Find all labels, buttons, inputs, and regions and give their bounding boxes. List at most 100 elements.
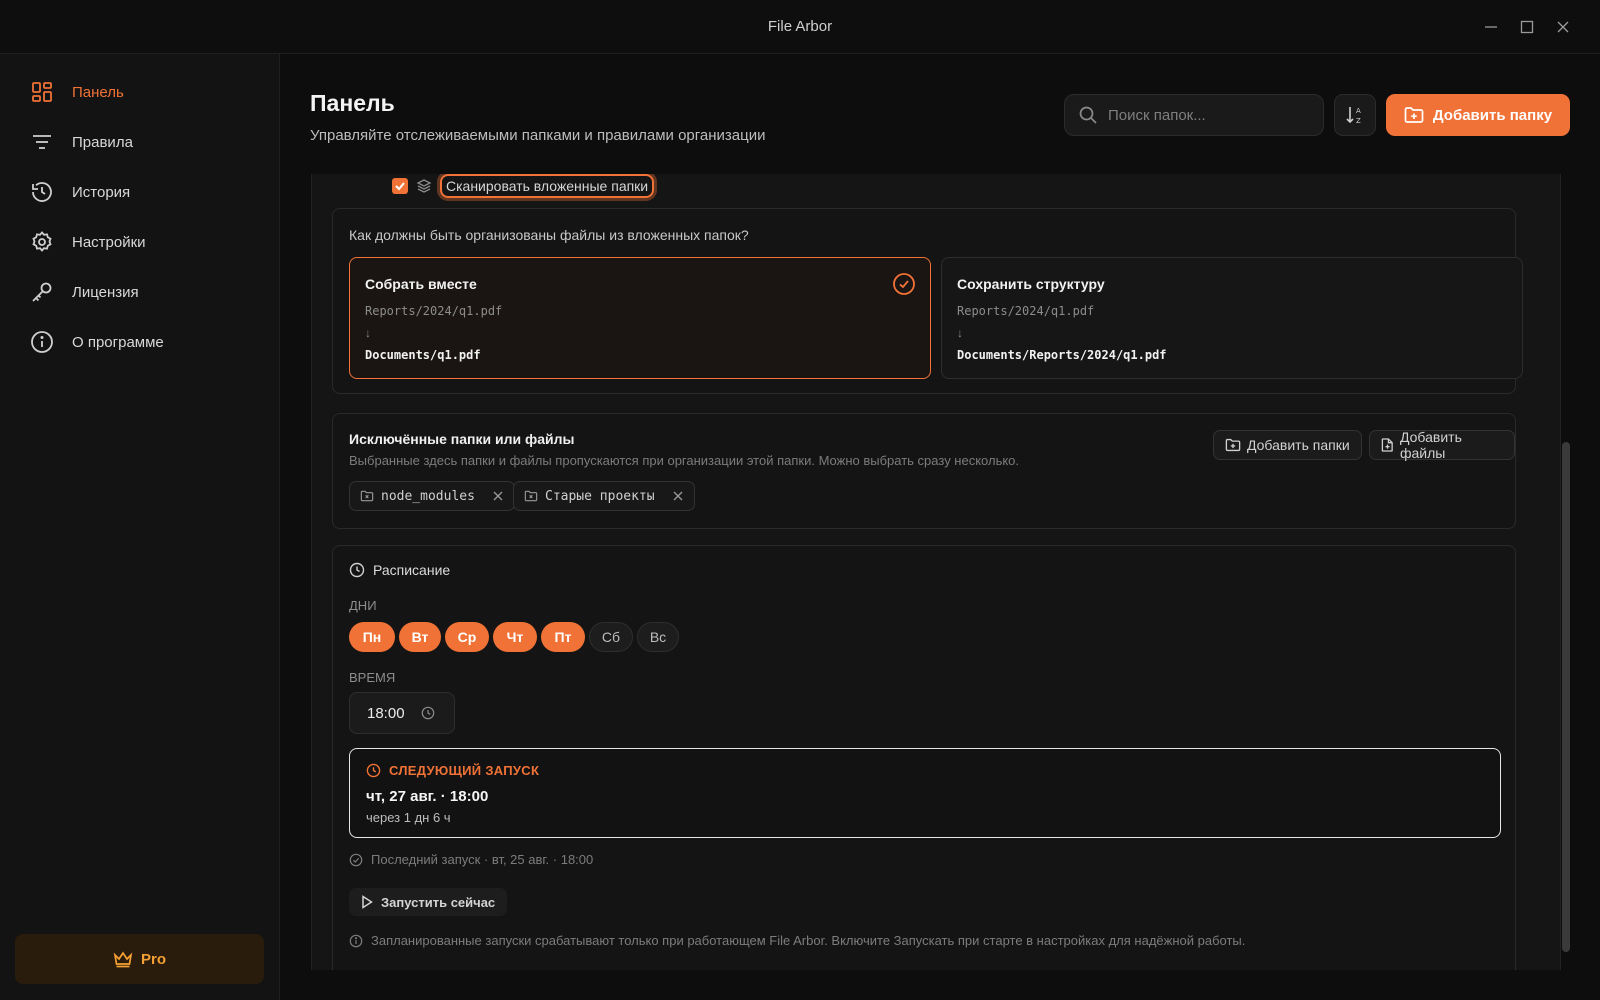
excluded-title: Исключённые папки или файлы bbox=[349, 431, 575, 447]
schedule-note-text: Запланированные запуски срабатывают толь… bbox=[371, 933, 1246, 948]
maximize-icon bbox=[1520, 20, 1534, 34]
pro-button[interactable]: Pro bbox=[15, 934, 264, 984]
option-to-path: Documents/Reports/2024/q1.pdf bbox=[957, 348, 1167, 362]
sidebar: Панель Правила История Настройки Лицензи… bbox=[0, 54, 280, 1000]
add-folders-label: Добавить папки bbox=[1247, 437, 1350, 453]
excluded-chip-label: Старые проекты bbox=[545, 488, 655, 504]
option-title: Сохранить структуру bbox=[957, 276, 1105, 292]
day-toggle[interactable]: Ср bbox=[445, 622, 489, 652]
excluded-card: Исключённые папки или файлы Выбранные зд… bbox=[332, 413, 1516, 529]
run-now-label: Запустить сейчас bbox=[381, 894, 496, 910]
option-from-path: Reports/2024/q1.pdf bbox=[957, 304, 1095, 318]
add-files-label: Добавить файлы bbox=[1399, 429, 1462, 461]
selected-check-icon bbox=[892, 272, 916, 301]
add-files-button[interactable]: Добавить файлы bbox=[1369, 429, 1515, 461]
search-icon bbox=[1079, 106, 1097, 124]
checkmark-icon bbox=[395, 182, 405, 191]
sidebar-item-label: Панель bbox=[72, 83, 124, 101]
folder-plus-icon bbox=[1225, 438, 1241, 452]
day-toggle[interactable]: Вс bbox=[637, 622, 679, 652]
sort-az-icon: AZ bbox=[1346, 107, 1361, 125]
add-folder-label: Добавить папку bbox=[1432, 106, 1553, 124]
remove-icon[interactable] bbox=[672, 490, 684, 502]
scan-subfolders-checkbox[interactable] bbox=[392, 178, 408, 194]
key-icon bbox=[28, 278, 56, 306]
sidebar-item-history[interactable]: История bbox=[28, 174, 258, 210]
sidebar-item-label: Правила bbox=[72, 133, 133, 151]
option-flatten[interactable]: Собрать вместе Reports/2024/q1.pdf ↓ Doc… bbox=[349, 257, 931, 379]
next-run-label: СЛЕДУЮЩИЙ ЗАПУСК bbox=[389, 763, 540, 778]
close-button[interactable] bbox=[1550, 14, 1576, 40]
add-folder-button[interactable]: Добавить папку bbox=[1386, 94, 1570, 136]
arrow-down-icon: ↓ bbox=[957, 326, 963, 340]
day-toggle[interactable]: Чт bbox=[493, 622, 537, 652]
day-toggle[interactable]: Сб bbox=[589, 622, 633, 652]
minimize-button[interactable] bbox=[1478, 14, 1504, 40]
day-toggle[interactable]: Вт bbox=[399, 622, 441, 652]
schedule-title: Расписание bbox=[373, 562, 451, 578]
minimize-icon bbox=[1485, 26, 1497, 28]
next-run-date: чт, 27 авг. · 18:00 bbox=[366, 788, 489, 805]
svg-text:Z: Z bbox=[1356, 117, 1361, 125]
scan-subfolders-row: Сканировать вложенные папки bbox=[392, 174, 655, 198]
add-folders-button[interactable]: Добавить папки bbox=[1213, 430, 1362, 460]
page-subtitle: Управляйте отслеживаемыми папками и прав… bbox=[310, 127, 766, 144]
excluded-chip: node_modules bbox=[349, 481, 515, 511]
days-label: ДНИ bbox=[349, 598, 377, 613]
scrollbar-thumb[interactable] bbox=[1562, 442, 1570, 952]
remove-icon[interactable] bbox=[492, 490, 504, 502]
next-run-header: СЛЕДУЮЩИЙ ЗАПУСК bbox=[366, 763, 539, 778]
folder-plus-icon bbox=[1404, 107, 1424, 123]
maximize-button[interactable] bbox=[1514, 14, 1540, 40]
search-input[interactable] bbox=[1108, 106, 1308, 124]
close-icon bbox=[1557, 21, 1569, 33]
sort-button[interactable]: AZ bbox=[1334, 94, 1376, 136]
day-toggle[interactable]: Пт bbox=[541, 622, 585, 652]
next-run-box: СЛЕДУЮЩИЙ ЗАПУСК чт, 27 авг. · 18:00 чер… bbox=[349, 748, 1501, 838]
sidebar-item-label: Лицензия bbox=[72, 283, 139, 301]
sidebar-item-settings[interactable]: Настройки bbox=[28, 224, 258, 260]
excluded-chip: Старые проекты bbox=[513, 481, 695, 511]
play-icon bbox=[362, 895, 373, 909]
clock-icon bbox=[366, 763, 381, 778]
option-from-path: Reports/2024/q1.pdf bbox=[365, 304, 503, 318]
option-title: Собрать вместе bbox=[365, 276, 477, 292]
info-icon bbox=[28, 328, 56, 356]
last-run-text: Последний запуск · вт, 25 авг. · 18:00 bbox=[371, 852, 594, 867]
history-icon bbox=[28, 178, 56, 206]
dashboard-icon bbox=[28, 78, 56, 106]
pro-label: Pro bbox=[140, 950, 166, 968]
last-run-row: Последний запуск · вт, 25 авг. · 18:00 bbox=[349, 852, 593, 867]
sidebar-item-rules[interactable]: Правила bbox=[28, 124, 258, 160]
sidebar-item-label: История bbox=[72, 183, 131, 201]
sidebar-item-about[interactable]: О программе bbox=[28, 324, 258, 360]
sidebar-item-label: Настройки bbox=[72, 233, 146, 251]
schedule-header: Расписание bbox=[349, 562, 450, 578]
schedule-card: Расписание ДНИ Пн Вт Ср Чт Пт Сб Вс ВРЕМ… bbox=[332, 545, 1516, 970]
arrow-down-icon: ↓ bbox=[365, 326, 371, 340]
excluded-chip-label: node_modules bbox=[381, 488, 475, 504]
filter-icon bbox=[28, 128, 56, 156]
layers-icon bbox=[416, 179, 432, 193]
scan-subfolders-label[interactable]: Сканировать вложенные папки bbox=[440, 174, 655, 198]
option-keep-structure[interactable]: Сохранить структуру Reports/2024/q1.pdf … bbox=[941, 257, 1523, 379]
clock-icon bbox=[421, 706, 434, 720]
page-title: Панель bbox=[310, 90, 395, 116]
info-icon bbox=[349, 934, 363, 947]
time-input[interactable]: 18:00 bbox=[349, 692, 455, 734]
next-run-countdown: через 1 дн 6 ч bbox=[366, 810, 451, 825]
time-value: 18:00 bbox=[367, 704, 405, 722]
gear-icon bbox=[28, 228, 56, 256]
title-bar: File Arbor bbox=[0, 0, 1600, 54]
folder-settings-panel: Сканировать вложенные папки Как должны б… bbox=[311, 174, 1561, 970]
sidebar-item-label: О программе bbox=[72, 333, 164, 351]
sidebar-item-dashboard[interactable]: Панель bbox=[28, 74, 258, 110]
window-title: File Arbor bbox=[767, 18, 833, 35]
run-now-button[interactable]: Запустить сейчас bbox=[349, 888, 508, 916]
crown-icon bbox=[113, 951, 133, 968]
check-circle-icon bbox=[349, 853, 363, 866]
excluded-description: Выбранные здесь папки и файлы пропускают… bbox=[349, 453, 1020, 468]
day-toggle[interactable]: Пн bbox=[349, 622, 395, 652]
sidebar-item-license[interactable]: Лицензия bbox=[28, 274, 258, 310]
organize-question: Как должны быть организованы файлы из вл… bbox=[349, 227, 749, 243]
